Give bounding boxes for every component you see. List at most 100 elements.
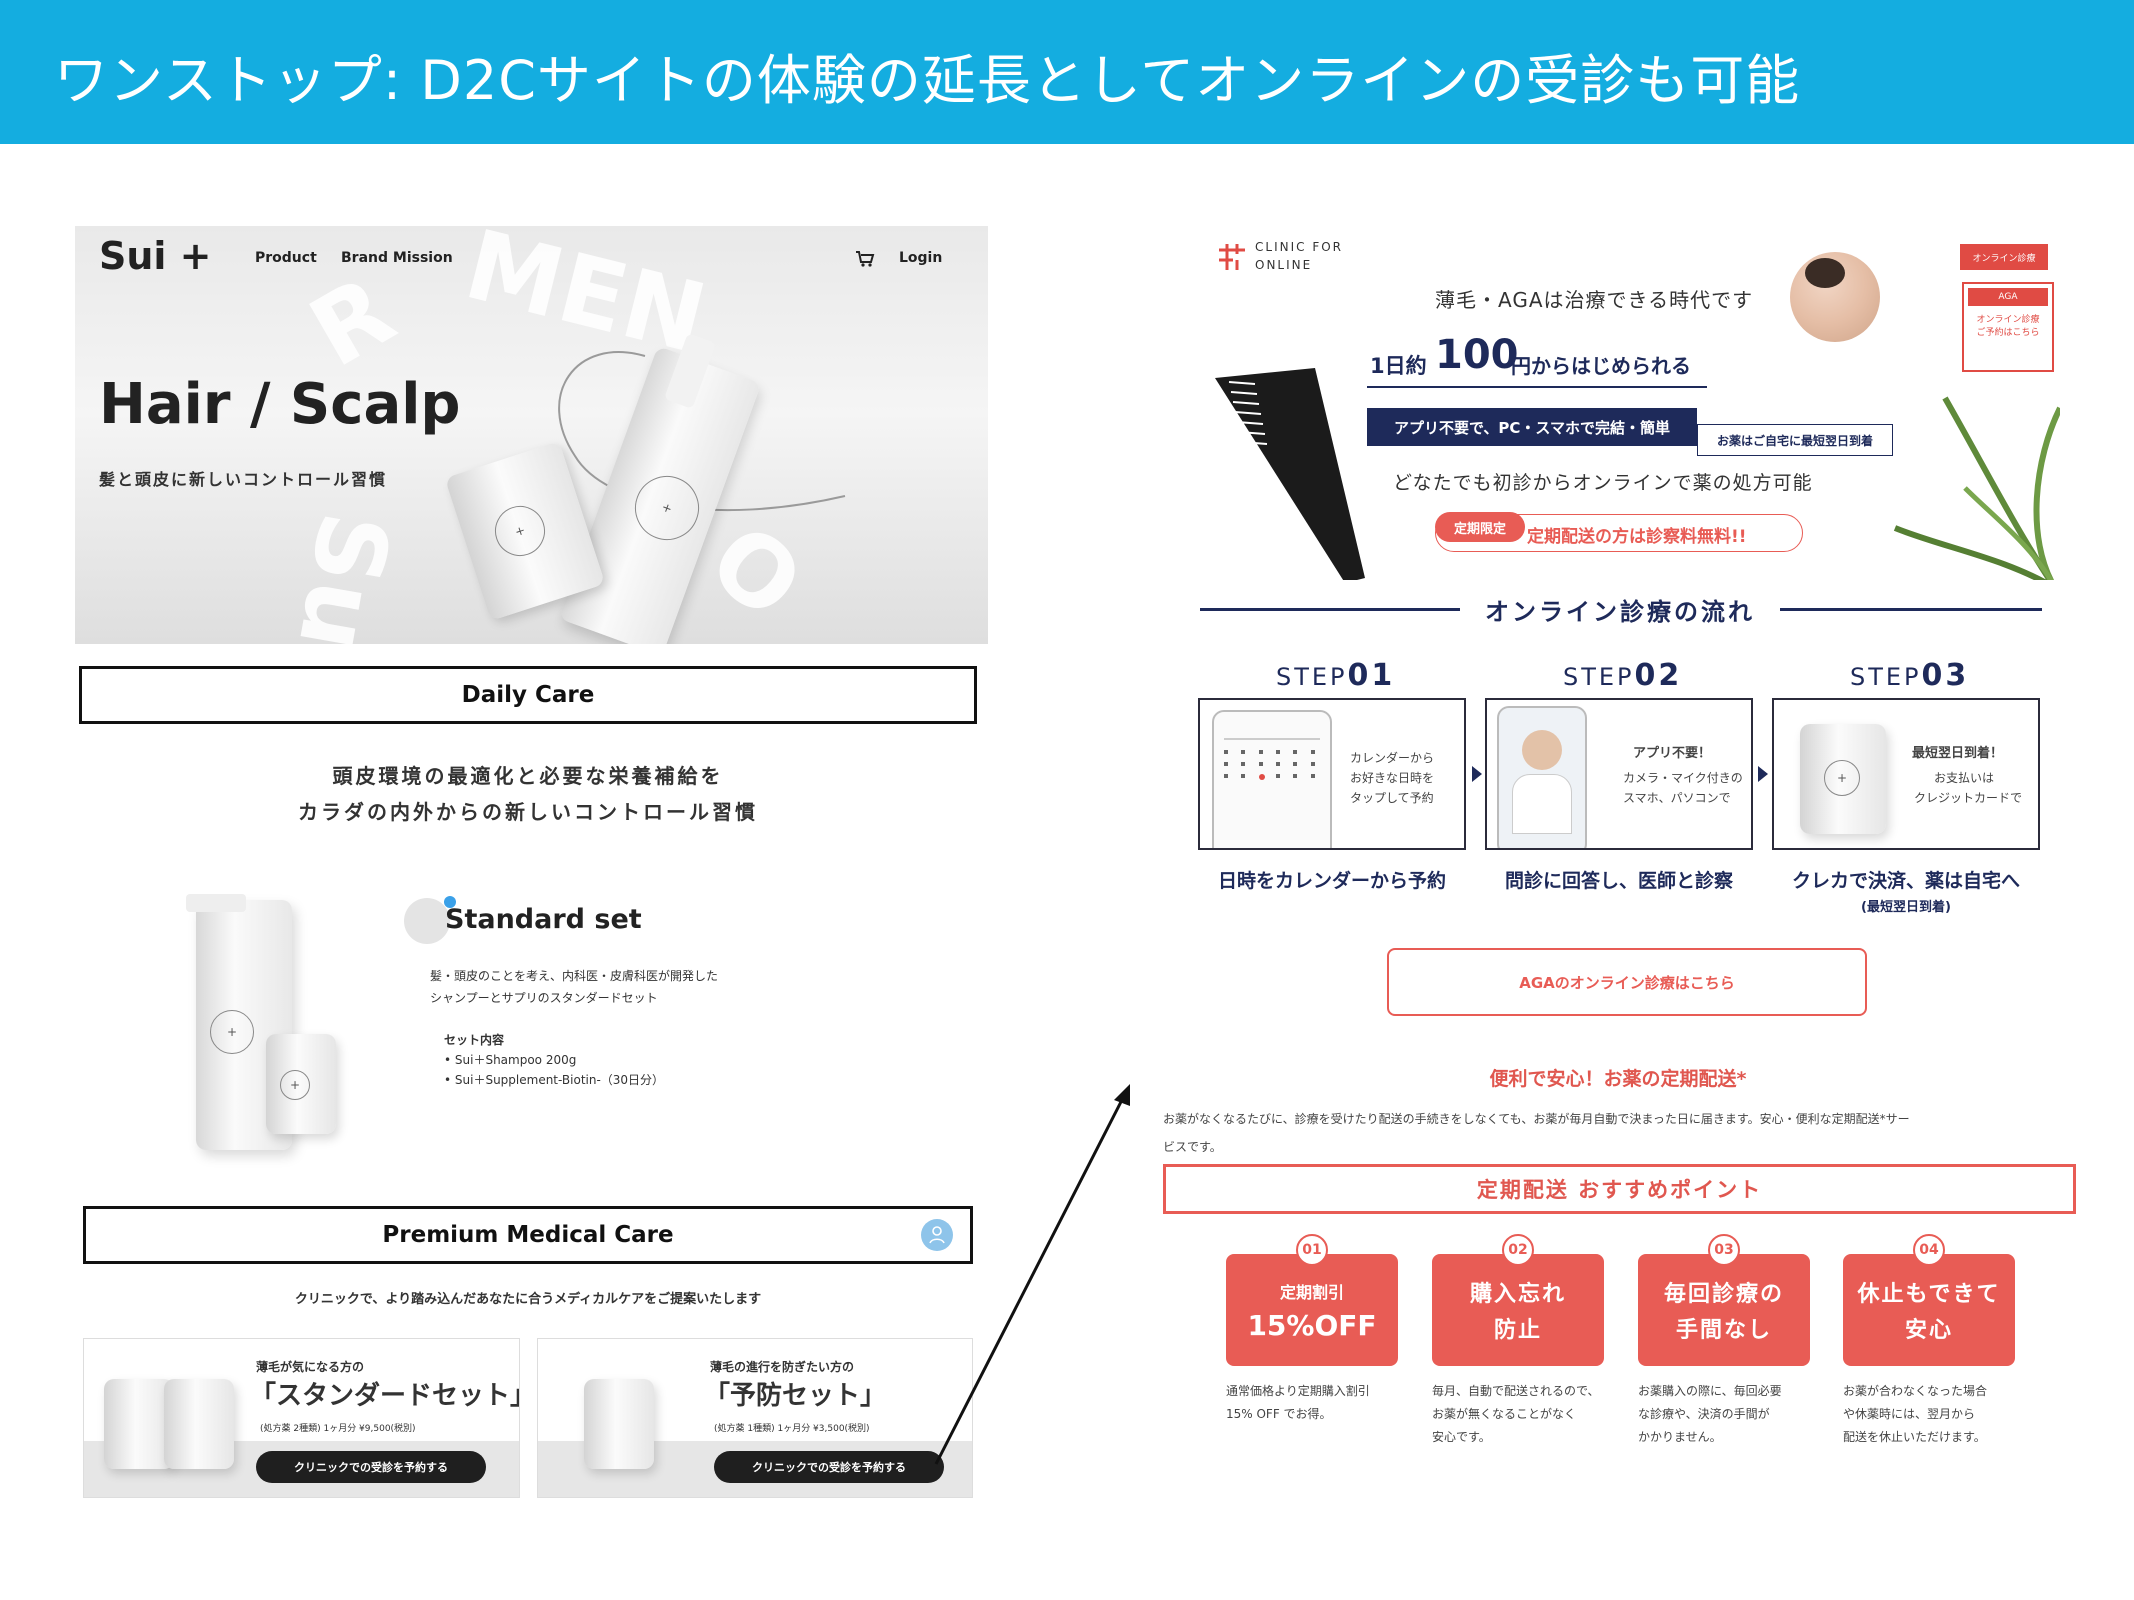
step-03-text-3: クレジットカードで — [1914, 791, 2023, 805]
point-number: 03 — [1708, 1234, 1740, 1266]
aga-online-consult-button[interactable]: AGAのオンライン診療はこちら — [1387, 948, 1867, 1016]
nav-login[interactable]: Login — [899, 250, 942, 266]
card-name: 「予防セット」 — [704, 1381, 887, 1411]
banner-title: ワンストップ: D2Cサイトの体験の延長としてオンラインの受診も可能 — [54, 49, 1801, 112]
point-title-1: 定期割引 — [1279, 1282, 1344, 1302]
premium-card-standard[interactable]: 薄毛が気になる方の 「スタンダードセット」 (処方薬 2種類) 1ヶ月分 ¥9,… — [83, 1338, 520, 1498]
point-title-2: 防止 — [1493, 1318, 1542, 1343]
point-desc-2: や休薬時には、翌月から — [1843, 1407, 1976, 1421]
point-title-2: 安心 — [1904, 1318, 1953, 1343]
step-number: 03 — [1921, 658, 1970, 693]
step-02-card: アプリ不要！ カメラ・マイク付きの スマホ、パソコンで — [1485, 698, 1753, 850]
step-03-text-1: 最短翌日到着！ — [1912, 746, 2004, 761]
point-title-1: 購入忘れ — [1469, 1282, 1566, 1307]
clinic-logo-line2: ONLINE — [1255, 258, 1313, 272]
step-01-card: カレンダーから お好きな日時を タップして予約 — [1198, 698, 1466, 850]
card-lead: 薄毛が気になる方の — [256, 1360, 365, 1374]
header-banner: ワンストップ: D2Cサイトの体験の延長としてオンラインの受診も可能 — [0, 0, 2134, 144]
price-suffix: 円からはじめられる — [1511, 354, 1691, 378]
plant-image — [1893, 396, 2060, 580]
pump-head — [186, 894, 246, 912]
limited-text: 定期配送の方は診察料無料!! — [1527, 527, 1747, 547]
step-prefix: STEP — [1850, 663, 1922, 691]
points-title: 定期配送 おすすめポイント — [1163, 1164, 2076, 1214]
delivery-desc-1: お薬がなくなるたびに、診療を受けたり配送の手続きをしなくても、お薬が毎月自動で決… — [1163, 1112, 1910, 1126]
clinic-hero: CLINIC FOR ONLINE オンライン診療 AGA オンライン診療 ご予… — [1185, 228, 2060, 580]
book-clinic-button[interactable]: クリニックでの受診を予約する — [714, 1451, 944, 1483]
point-desc-2: 15% OFF でお得。 — [1226, 1407, 1332, 1421]
delivery-badge: お薬はご自宅に最短翌日到着 — [1697, 424, 1893, 456]
step-arrow-icon — [1758, 766, 1768, 782]
card-name: 「スタンダードセット」 — [250, 1381, 520, 1411]
online-consult-header-button[interactable]: オンライン診療 — [1960, 244, 2048, 270]
step-03-card: + 最短翌日到着！ お支払いは クレジットカードで — [1772, 698, 2040, 850]
step-03-caption: クレカで決済、薬は自宅へ — [1791, 870, 2020, 892]
aga-side-line1: オンライン診療 — [1976, 315, 2040, 325]
step-prefix: STEP — [1276, 663, 1348, 691]
flow-title-rule-right — [1780, 608, 2042, 611]
site-logo[interactable]: Sui + — [99, 234, 212, 278]
premium-card-prevention[interactable]: 薄毛の進行を防ぎたい方の 「予防セット」 (処方薬 1種類) 1ヶ月分 ¥3,5… — [537, 1338, 973, 1498]
aga-side-box[interactable]: AGA オンライン診療 ご予約はこちら — [1962, 282, 2054, 372]
hair-photo-detail — [1805, 258, 1845, 288]
step-prefix: STEP — [1563, 663, 1635, 691]
step-02-text-1: アプリ不要！ — [1633, 746, 1712, 761]
step-arrow-icon — [1472, 766, 1482, 782]
step-01-caption: 日時をカレンダーから予約 — [1217, 870, 1446, 892]
step-02-caption: 問診に回答し、医師と診察 — [1504, 870, 1733, 892]
delivery-desc-2: ビスです。 — [1163, 1140, 1222, 1154]
step-label: STEP01 — [1276, 658, 1395, 693]
daily-care-headline-2: カラダの内外からの新しいコントロール習慣 — [298, 800, 758, 824]
point-card-02: 購入忘れ 防止 — [1432, 1254, 1604, 1366]
flow-title-rule-left — [1200, 608, 1460, 611]
app-free-badge: アプリ不要で、PC・スマホで完結・簡単 — [1367, 408, 1697, 446]
price-value: 100 — [1435, 332, 1519, 378]
site-hero: MEN R Su O Sui + Product Brand Mission L… — [75, 226, 988, 644]
set-contents-label: セット内容 — [444, 1033, 505, 1047]
point-number: 01 — [1296, 1234, 1328, 1266]
daily-care-headline-1: 頭皮環境の最適化と必要な栄養補給を — [332, 764, 724, 788]
premium-medical-care-tab[interactable]: Premium Medical Care — [83, 1206, 973, 1264]
step-01-text-1: カレンダーから — [1350, 751, 1435, 765]
step-number: 02 — [1634, 658, 1683, 693]
point-number: 04 — [1913, 1234, 1945, 1266]
brand-seal-icon: + — [210, 1010, 254, 1054]
brand-seal-icon: + — [280, 1070, 310, 1100]
doctor-phone-image — [1497, 706, 1587, 848]
point-desc-2: な診療や、決済の手間が — [1638, 1407, 1770, 1421]
step-02-text-2: カメラ・マイク付きの — [1623, 771, 1743, 785]
premium-desc: クリニックで、より踏み込んだあなたに合うメディカルケアをご提案いたします — [294, 1292, 762, 1307]
step-number: 01 — [1347, 658, 1396, 693]
step-01-text-3: タップして予約 — [1350, 791, 1434, 805]
point-title-1: 休止もできて — [1857, 1282, 2001, 1307]
first-visit-text: どなたでも初診からオンラインで薬の処方可能 — [1393, 472, 1813, 494]
step-01-text-2: お好きな日時を — [1350, 771, 1435, 785]
medicine-jar-image — [584, 1379, 654, 1469]
nav-product[interactable]: Product — [255, 250, 317, 266]
flow-arrow — [934, 1084, 1130, 1465]
standard-set-desc-1: 髪・頭皮のことを考え、内科医・皮膚科医が開発した — [430, 969, 719, 983]
step-02-text-3: スマホ、パソコンで — [1623, 791, 1731, 805]
point-desc-1: 通常価格より定期購入割引 — [1226, 1384, 1370, 1398]
card-lead: 薄毛の進行を防ぎたい方の — [710, 1360, 855, 1374]
point-title-2: 手間なし — [1675, 1318, 1772, 1343]
limited-tag: 定期限定 — [1435, 512, 1525, 542]
point-desc-3: かかりません。 — [1638, 1430, 1722, 1444]
point-desc-1: 毎月、自動で配送されるので、 — [1432, 1384, 1600, 1398]
aga-tag: AGA — [1968, 288, 2048, 306]
clinic-tagline: 薄毛・AGAは治療できる時代です — [1435, 288, 1754, 312]
nav-brand-mission[interactable]: Brand Mission — [341, 250, 453, 266]
brand-seal-icon: + — [1824, 760, 1860, 796]
set-item-1: • Sui＋Shampoo 200g — [444, 1053, 577, 1067]
aga-side-line2: ご予約はこちら — [1976, 328, 2040, 338]
hero-subtitle: 髪と頭皮に新しいコントロール習慣 — [99, 470, 388, 489]
comb-image — [1215, 368, 1365, 580]
daily-care-tab[interactable]: Daily Care — [79, 666, 977, 724]
cart-icon[interactable] — [855, 250, 875, 268]
watermark: R — [291, 255, 412, 389]
book-clinic-button[interactable]: クリニックでの受診を予約する — [256, 1451, 486, 1483]
point-number: 02 — [1502, 1234, 1534, 1266]
step-03-text-2: お支払いは — [1934, 771, 1995, 785]
point-desc-1: お薬購入の際に、毎回必要 — [1638, 1384, 1782, 1398]
watermark: Su — [276, 504, 411, 644]
